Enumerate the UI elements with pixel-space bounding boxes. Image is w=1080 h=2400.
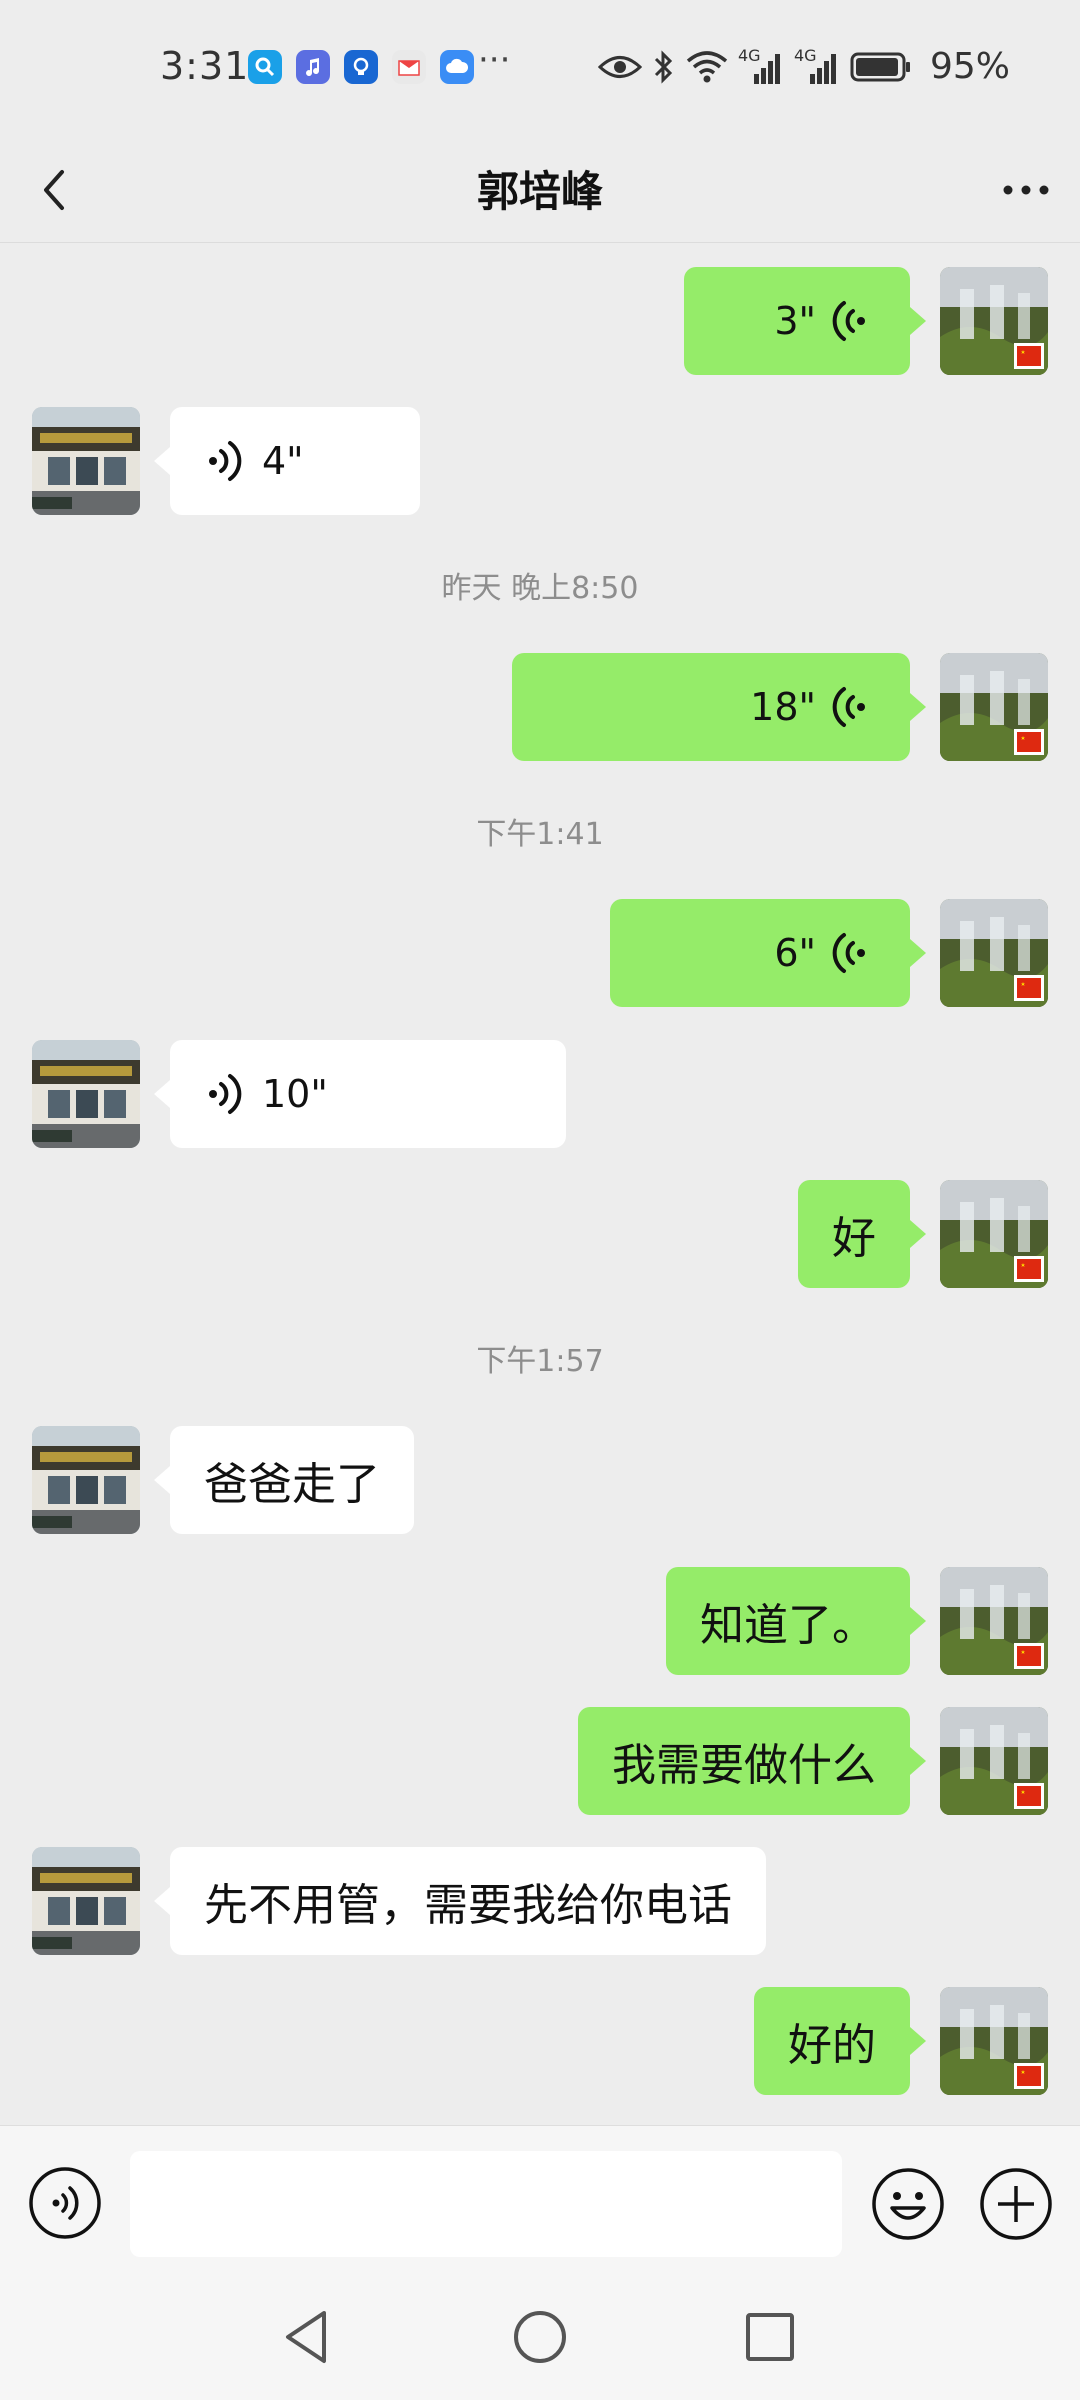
my-avatar[interactable] bbox=[940, 1180, 1048, 1288]
bulb-app-icon bbox=[344, 50, 378, 84]
voice-message-bubble[interactable]: 4" bbox=[154, 407, 420, 515]
my-avatar[interactable] bbox=[940, 267, 1048, 375]
chat-header: 郭培峰 bbox=[0, 138, 1080, 243]
text-message-bubble[interactable]: 我需要做什么 bbox=[578, 1707, 926, 1815]
battery-icon bbox=[850, 52, 910, 81]
battery-percent: 95% bbox=[929, 46, 1010, 87]
text-message-bubble[interactable]: 先不用管，需要我给你电话 bbox=[154, 1847, 766, 1955]
signal-bars-icon bbox=[809, 53, 836, 84]
voice-duration: 18" bbox=[750, 685, 816, 729]
contact-avatar[interactable] bbox=[32, 1847, 140, 1955]
voice-duration: 4" bbox=[262, 439, 304, 483]
mail-app-icon bbox=[392, 50, 426, 84]
message-text: 先不用管，需要我给你电话 bbox=[204, 1880, 732, 1931]
cloud-app-icon bbox=[440, 50, 474, 84]
timestamp: 昨天 晚上8:50 bbox=[441, 571, 639, 606]
page-title: 郭培峰 bbox=[476, 167, 603, 216]
signal-bars-icon bbox=[753, 53, 780, 84]
voice-message-bubble[interactable]: 3" bbox=[684, 267, 926, 375]
message-text: 爸爸走了 bbox=[204, 1459, 380, 1510]
square-recents-icon[interactable] bbox=[738, 2305, 802, 2369]
voice-wave-out-icon bbox=[832, 687, 865, 727]
status-right-group: 4G 4G 95% bbox=[597, 46, 1010, 87]
wifi-icon bbox=[686, 50, 728, 82]
more-horizontal-icon[interactable] bbox=[996, 160, 1056, 220]
voice-message-bubble[interactable]: 10" bbox=[154, 1040, 566, 1148]
my-avatar[interactable] bbox=[940, 1567, 1048, 1675]
timestamp: 下午1:57 bbox=[476, 1344, 604, 1379]
plus-circle-icon[interactable] bbox=[978, 2166, 1054, 2242]
status-bar: 3:31 ··· 4G 4G 95% bbox=[0, 0, 1080, 138]
message-input[interactable] bbox=[130, 2151, 842, 2257]
message-text: 知道了。 bbox=[700, 1600, 876, 1651]
timestamp: 下午1:41 bbox=[476, 817, 604, 852]
my-avatar[interactable] bbox=[940, 1987, 1048, 2095]
text-message-bubble[interactable]: 好 bbox=[798, 1180, 926, 1288]
emoji-icon[interactable] bbox=[870, 2166, 946, 2242]
triangle-back-icon[interactable] bbox=[276, 2305, 340, 2369]
contact-avatar[interactable] bbox=[32, 1426, 140, 1534]
bluetooth-icon bbox=[654, 49, 673, 84]
voice-message-bubble[interactable]: 6" bbox=[610, 899, 926, 1007]
voice-duration: 3" bbox=[774, 299, 816, 343]
voice-wave-in-icon bbox=[209, 1074, 242, 1114]
voice-input-icon[interactable] bbox=[28, 2166, 102, 2240]
circle-home-icon[interactable] bbox=[508, 2305, 572, 2369]
text-message-bubble[interactable]: 爸爸走了 bbox=[154, 1426, 414, 1534]
voice-wave-in-icon bbox=[209, 441, 242, 481]
cell-signal-1: 4G bbox=[738, 46, 784, 84]
contact-avatar[interactable] bbox=[32, 1040, 140, 1148]
status-more-indicator: ··· bbox=[478, 40, 511, 80]
my-avatar[interactable] bbox=[940, 1707, 1048, 1815]
voice-duration: 10" bbox=[262, 1072, 328, 1116]
message-list: 3" 4" 昨天 晚上8:50 18" 下午1:41 6" 10" 好 下午1:… bbox=[0, 243, 1080, 2125]
voice-wave-out-icon bbox=[832, 301, 865, 341]
my-avatar[interactable] bbox=[940, 653, 1048, 761]
eye-icon bbox=[597, 55, 642, 78]
my-avatar[interactable] bbox=[940, 899, 1048, 1007]
music-app-icon bbox=[296, 50, 330, 84]
text-message-bubble[interactable]: 知道了。 bbox=[666, 1567, 926, 1675]
input-bar bbox=[0, 2125, 1080, 2276]
status-time: 3:31 bbox=[160, 44, 250, 88]
system-navigation-bar bbox=[0, 2275, 1080, 2400]
contact-avatar[interactable] bbox=[32, 407, 140, 515]
voice-wave-out-icon bbox=[832, 933, 865, 973]
message-text: 我需要做什么 bbox=[612, 1740, 876, 1791]
cell-signal-2: 4G bbox=[794, 46, 840, 84]
voice-duration: 6" bbox=[774, 931, 816, 975]
message-text: 好 bbox=[832, 1213, 876, 1264]
message-text: 好的 bbox=[788, 2020, 876, 2071]
voice-message-bubble[interactable]: 18" bbox=[512, 653, 926, 761]
search-app-icon bbox=[248, 50, 282, 84]
text-message-bubble[interactable]: 好的 bbox=[754, 1987, 926, 2095]
status-app-icons bbox=[248, 50, 474, 84]
wechat-chat-screen: 3:31 ··· 4G 4G 95% 郭培峰 3" 4" 昨天 晚上8:50 1… bbox=[0, 0, 1080, 2400]
